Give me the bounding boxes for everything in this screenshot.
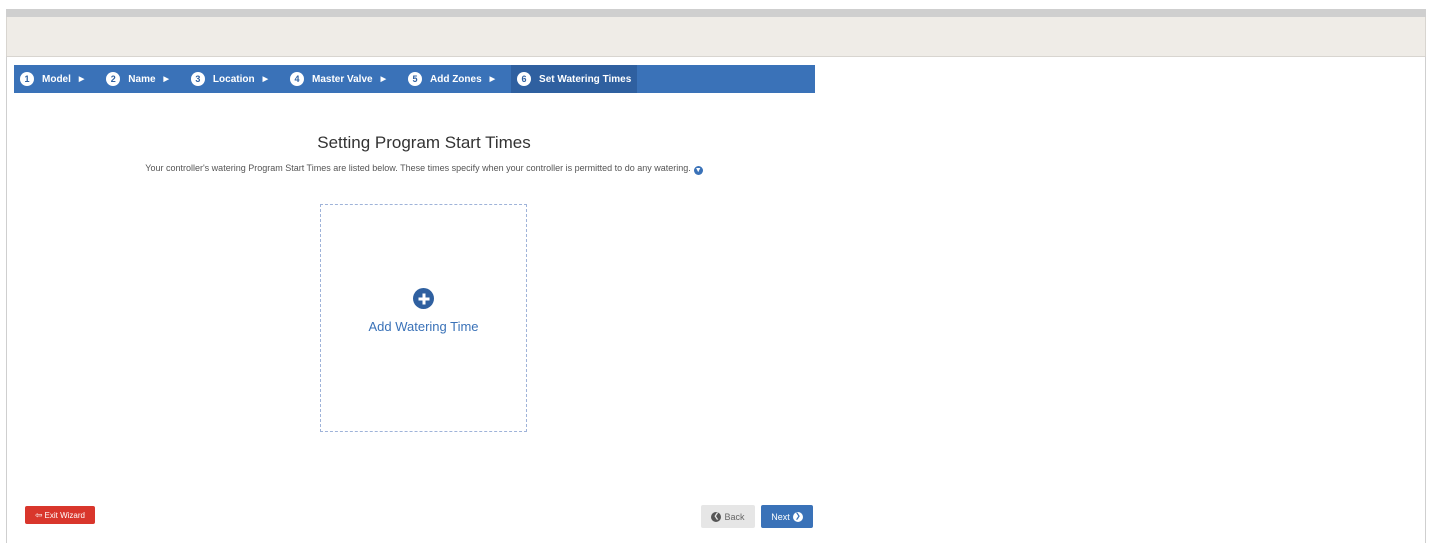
step-label: Name [128,73,156,85]
header-band [6,17,1426,56]
step-master-valve[interactable]: 4 Master Valve ▶ [284,65,402,93]
step-number: 6 [517,72,532,86]
caret-right-icon: ▶ [262,76,268,83]
sign-out-icon: ⇦ [35,509,43,520]
add-watering-time-card[interactable]: Add Watering Time [320,204,527,432]
step-set-watering-times[interactable]: 6 Set Watering Times [511,65,638,93]
add-watering-time-label: Add Watering Time [368,319,479,334]
exit-wizard-label: Exit Wizard [44,510,85,520]
page-subtitle: Your controller's watering Program Start… [0,163,848,175]
step-label: Set Watering Times [539,73,632,85]
step-label: Master Valve [311,73,373,85]
step-number: 4 [289,72,304,86]
exit-wizard-button[interactable]: ⇦ Exit Wizard [25,506,95,524]
page-title: Setting Program Start Times [317,133,531,152]
step-model[interactable]: 1 Model ▶ [14,65,100,93]
wizard-steps-bar: 1 Model ▶ 2 Name ▶ 3 Location ▶ 4 Master… [14,65,815,93]
step-number: 2 [106,72,121,86]
step-number: 5 [407,72,422,86]
back-label: Back [724,511,745,522]
caret-right-icon: ▶ [489,76,496,83]
step-label: Model [42,73,71,85]
chevron-right-circle-icon: ❯ [792,511,803,522]
next-label: Next [771,511,790,522]
step-number: 3 [190,72,205,86]
back-button[interactable]: ❮ Back [701,505,755,528]
info-circle-icon[interactable]: ▼ [693,166,703,175]
top-bar [6,9,1426,17]
content-frame [6,56,1426,543]
subtitle-text: Your controller's watering Program Start… [145,163,691,173]
step-number: 1 [20,72,34,86]
plus-circle-icon [413,288,434,309]
step-add-zones[interactable]: 5 Add Zones ▶ [402,65,511,93]
caret-right-icon: ▶ [163,76,169,83]
chevron-left-circle-icon: ❮ [711,511,722,522]
step-name[interactable]: 2 Name ▶ [100,65,185,93]
step-location[interactable]: 3 Location ▶ [185,65,284,93]
caret-right-icon: ▶ [78,76,85,83]
next-button[interactable]: Next ❯ [761,505,813,528]
step-label: Add Zones [429,73,482,85]
caret-right-icon: ▶ [380,76,386,83]
step-label: Location [212,73,255,85]
